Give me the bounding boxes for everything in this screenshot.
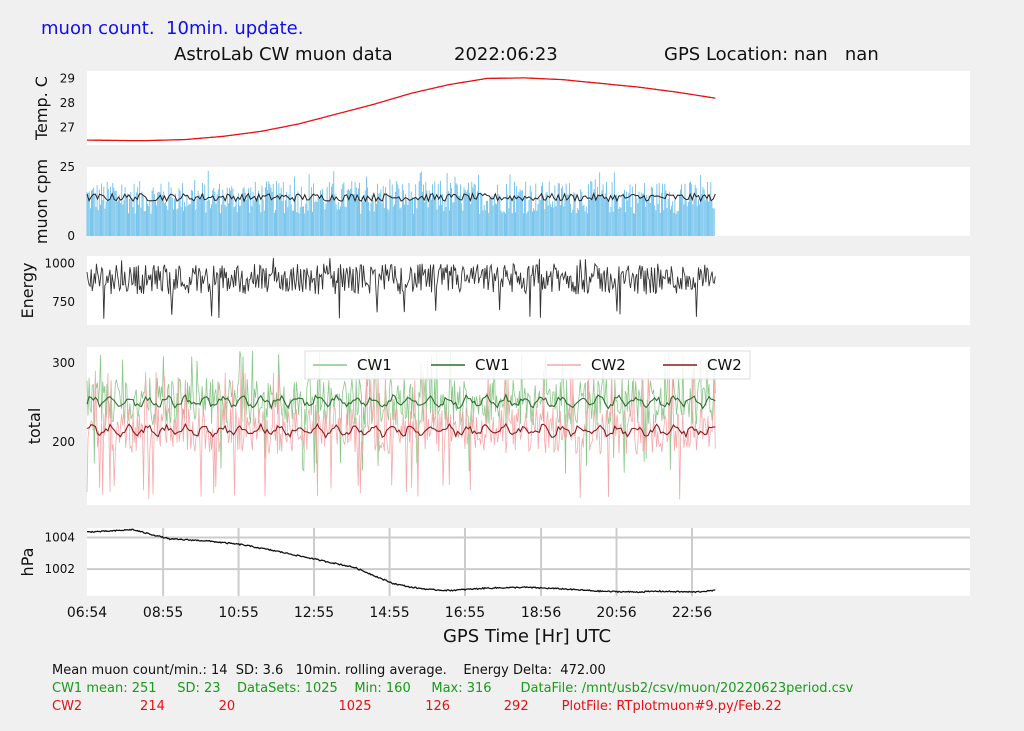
legend-label: CW2 [591, 356, 626, 374]
legend: CW1 CW1 CW2 CW2 [304, 350, 751, 380]
y-tick-label: 300 [52, 356, 75, 370]
y-tick-label: 200 [52, 435, 75, 449]
legend-label: CW1 [357, 356, 392, 374]
y-axis-label: Energy [18, 262, 37, 318]
footer-cw2-stats: CW2 214 20 1025 126 292 PlotFile: RTplot… [52, 699, 782, 714]
y-tick-label: 1002 [44, 562, 75, 576]
x-axis-label: GPS Time [Hr] UTC [443, 626, 611, 647]
footer-cw1-stats: CW1 mean: 251 SD: 23 DataSets: 1025 Min:… [52, 681, 854, 696]
muon-chart-figure: 27 28 29 Temp. C 0 25 muon cpm 750 1000 Energy 200… [18, 71, 970, 647]
x-tick-label: 18:56 [521, 605, 561, 621]
y-tick-label: 0 [67, 229, 75, 243]
y-tick-label: 27 [60, 121, 75, 135]
y-axis-label: total [25, 408, 44, 445]
y-tick-label: 29 [60, 71, 75, 85]
x-tick-label: 14:55 [369, 605, 409, 621]
legend-label: CW2 [707, 356, 742, 374]
x-tick-label: 10:55 [218, 605, 258, 621]
x-tick-label: 16:55 [445, 605, 485, 621]
x-tick-label: 12:55 [294, 605, 334, 621]
y-tick-label: 1000 [44, 257, 75, 271]
y-tick-label: 750 [52, 295, 75, 309]
x-tick-label: 08:55 [143, 605, 183, 621]
y-axis-label: muon cpm [32, 159, 51, 244]
y-tick-label: 25 [60, 160, 75, 174]
y-axis-label: Temp. C [32, 76, 51, 141]
footer-summary: Mean muon count/min.: 14 SD: 3.6 10min. … [52, 663, 606, 678]
y-tick-label: 1004 [44, 530, 75, 544]
y-tick-label: 28 [60, 96, 75, 110]
x-tick-label: 06:54 [67, 605, 107, 621]
y-axis-label: hPa [18, 548, 37, 577]
legend-label: CW1 [475, 356, 510, 374]
x-tick-label: 20:56 [596, 605, 636, 621]
panel-1-area [87, 71, 970, 145]
x-tick-label: 22:56 [672, 605, 712, 621]
